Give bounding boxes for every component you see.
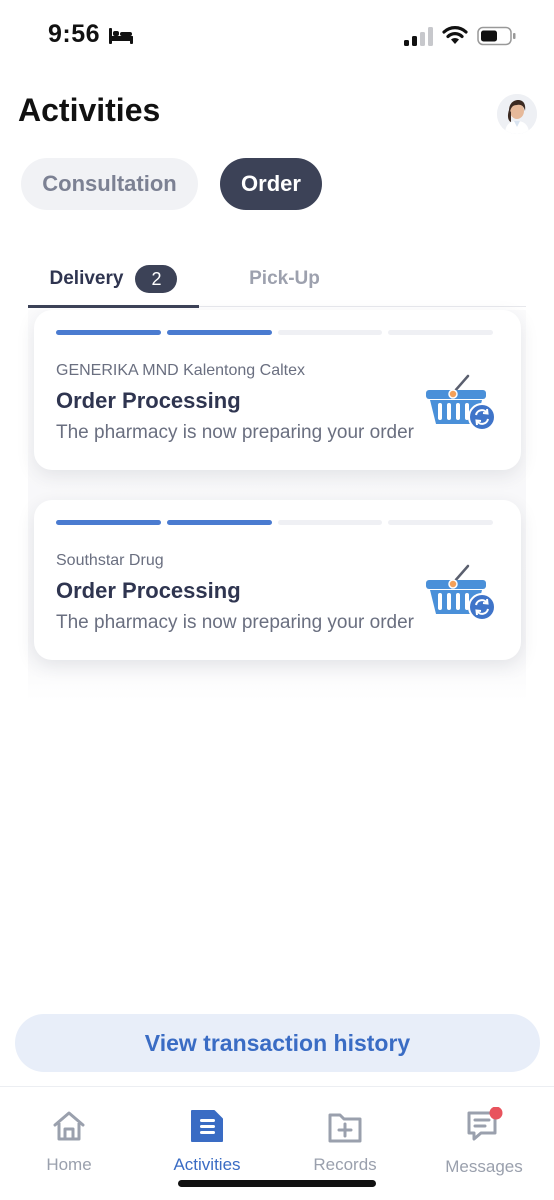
records-icon <box>328 1113 362 1143</box>
battery-icon <box>477 26 516 46</box>
order-status: Order Processing <box>56 388 241 413</box>
active-tab-indicator <box>28 305 199 308</box>
tab-delivery-label: Delivery <box>49 268 124 289</box>
nav-item-home[interactable]: Home <box>0 1087 138 1200</box>
messages-icon <box>467 1107 503 1141</box>
tab-pickup-label: Pick-Up <box>249 268 320 289</box>
avatar[interactable] <box>497 94 537 134</box>
delivery-count-badge: 2 <box>135 265 178 293</box>
pharmacy-name: Southstar Drug <box>56 552 164 569</box>
nav-label-home: Home <box>46 1155 92 1174</box>
status-time: 9:56 <box>48 20 101 48</box>
progress-step <box>166 330 272 335</box>
basket-icon <box>426 374 496 431</box>
order-status: Order Processing <box>56 578 241 603</box>
status-bar: 9:56 <box>0 0 554 72</box>
segment-order[interactable]: Order <box>220 158 322 210</box>
order-description: The pharmacy is now preparing your order <box>56 422 415 443</box>
progress-step <box>388 330 493 335</box>
segment-consultation[interactable]: Consultation <box>21 158 198 210</box>
nav-label-messages: Messages <box>445 1157 523 1176</box>
order-card[interactable]: Southstar Drug Order Processing The phar… <box>34 500 521 660</box>
home-indicator <box>178 1180 376 1187</box>
nav-label-activities: Activities <box>173 1155 241 1174</box>
cellular-signal-icon <box>404 27 433 46</box>
activities-icon <box>191 1110 223 1142</box>
order-progress-bar <box>56 330 493 335</box>
nav-item-messages[interactable]: Messages <box>415 1087 553 1200</box>
order-description: The pharmacy is now preparing your order <box>56 612 415 633</box>
notification-dot <box>489 1107 503 1120</box>
home-icon <box>53 1111 85 1141</box>
basket-icon <box>426 564 496 621</box>
pharmacy-name: GENERIKA MND Kalentong Caltex <box>56 362 305 379</box>
tab-delivery[interactable]: Delivery 2 <box>28 252 199 306</box>
progress-step <box>56 330 161 335</box>
progress-step <box>277 330 383 335</box>
progress-step <box>56 520 161 525</box>
profile-photo-icon <box>497 94 537 134</box>
order-progress-bar <box>56 520 493 525</box>
view-transaction-history-button[interactable]: View transaction history <box>15 1014 540 1072</box>
progress-step <box>166 520 272 525</box>
tab-pickup[interactable]: Pick-Up <box>199 252 370 306</box>
page-title: Activities <box>18 92 161 128</box>
progress-step <box>388 520 493 525</box>
order-card[interactable]: GENERIKA MND Kalentong Caltex Order Proc… <box>34 310 521 470</box>
wifi-icon <box>442 26 468 44</box>
nav-label-records: Records <box>313 1155 377 1174</box>
bed-icon <box>109 28 133 44</box>
progress-step <box>277 520 383 525</box>
